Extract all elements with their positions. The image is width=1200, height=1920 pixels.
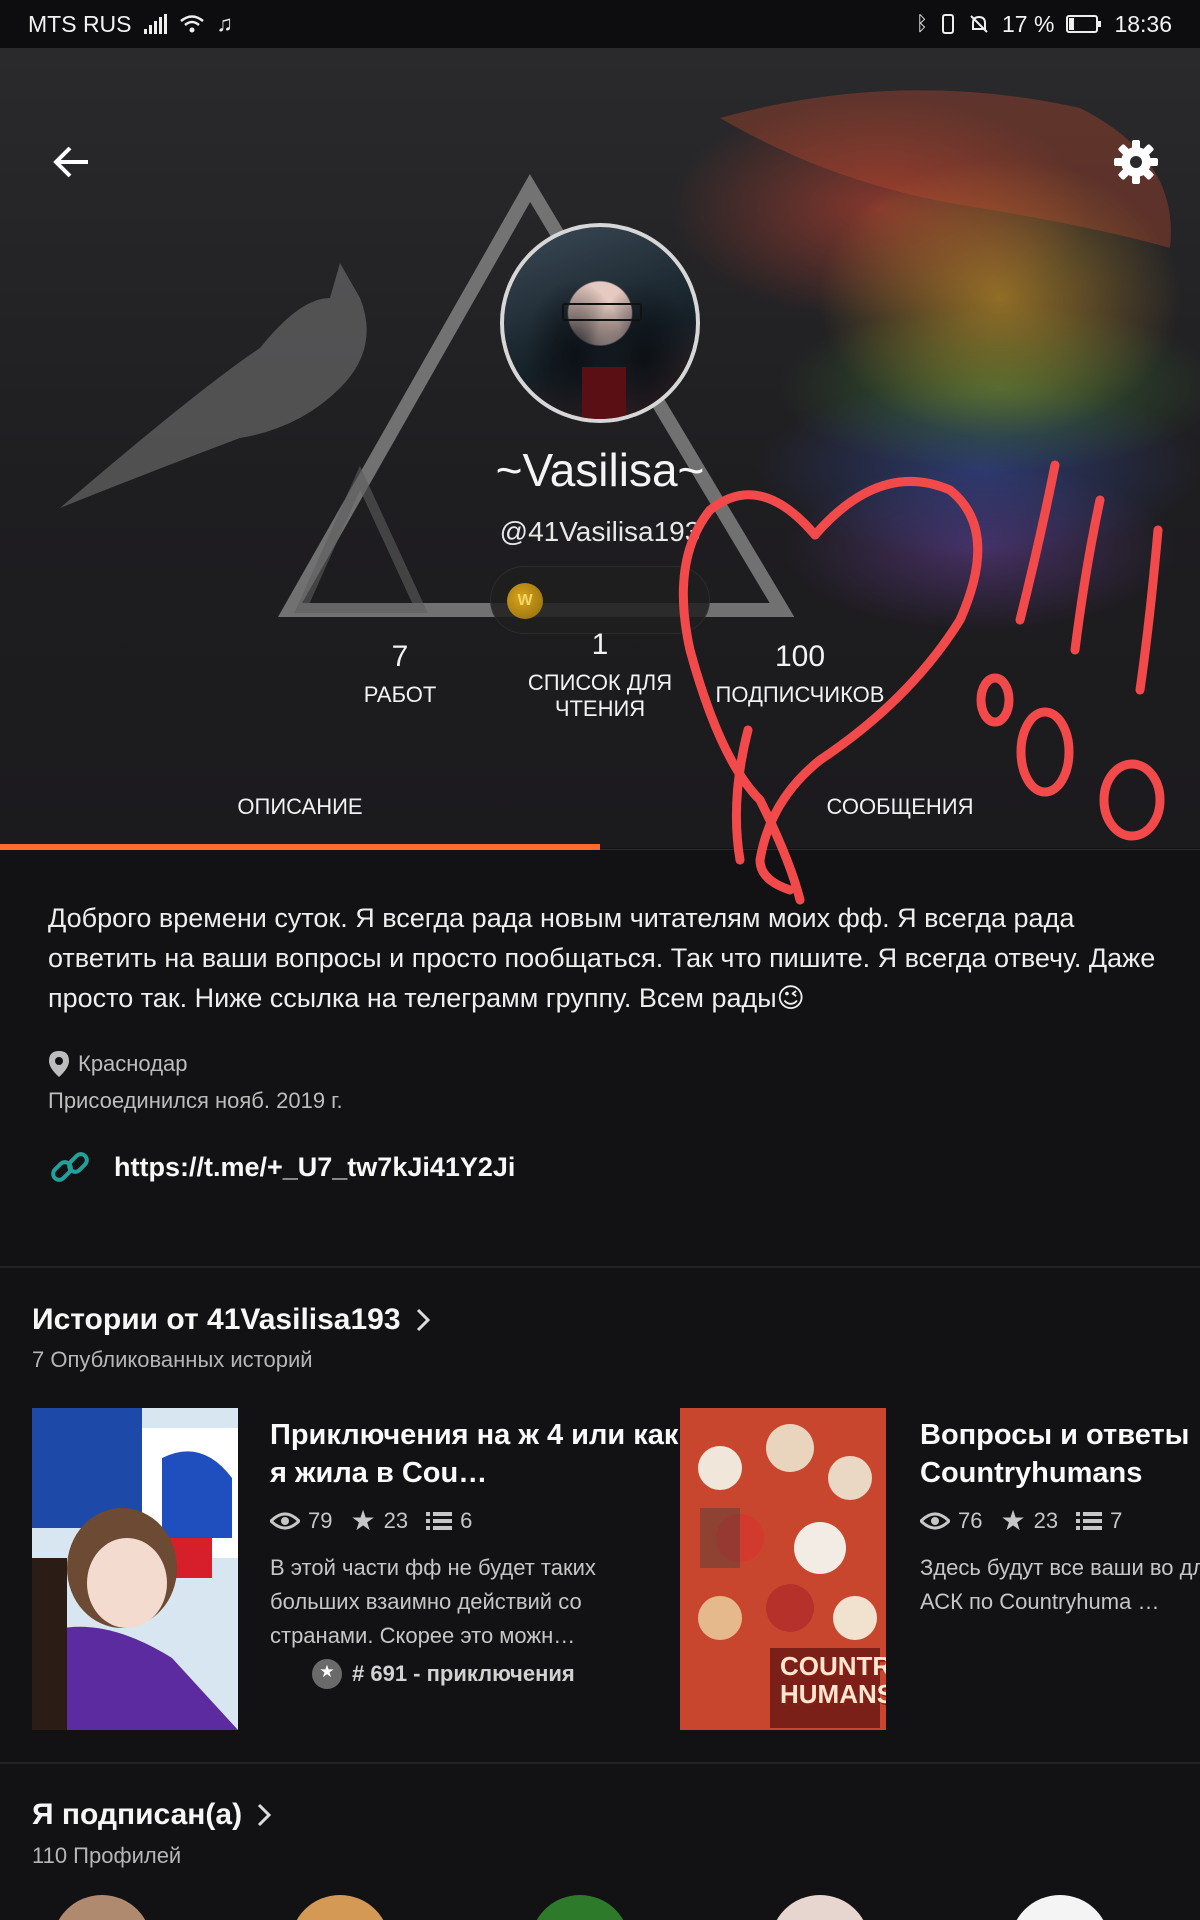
back-button[interactable] (48, 138, 96, 186)
clock: 18:36 (1114, 10, 1172, 37)
story-card[interactable]: COUNTRY HUMANS Вопросы и ответы Countryh… (680, 1408, 1200, 1730)
arrow-left-icon (53, 146, 88, 178)
story-meta: 76 ★ 23 7 (920, 1504, 1200, 1537)
chevron-right-icon (416, 1308, 430, 1332)
mute-icon (970, 15, 988, 33)
star-icon: ★ (1000, 1505, 1026, 1536)
reads-count: 76 (958, 1507, 983, 1533)
story-title[interactable]: Вопросы и ответы Countryhumans (920, 1416, 1200, 1492)
status-bar: MTS RUS ♫ ᛒ 17 % 18:36 (0, 0, 1200, 48)
display-name: ~Vasilisa~ (495, 444, 705, 496)
wifi-icon (179, 15, 204, 33)
story-meta: 79 ★ 23 6 (270, 1504, 690, 1537)
story-cover[interactable] (32, 1408, 238, 1730)
location-text: Краснодар (78, 1051, 188, 1076)
story-rank[interactable]: # 691 - приключения (312, 1659, 690, 1689)
rank-badge-icon (312, 1659, 342, 1689)
eye-icon (920, 1512, 950, 1529)
profile-header: ~Vasilisa~ @41Vasilisa193 W 7 РАБОТ 1 СП… (0, 48, 1200, 848)
location-row: Краснодар (48, 1050, 188, 1078)
avatar[interactable] (500, 223, 700, 423)
link-url[interactable]: https://t.me/+_U7_tw7kJi41Y2Ji (114, 1152, 515, 1183)
avatar[interactable] (770, 1895, 870, 1920)
signal-icon (143, 14, 167, 34)
tab-description[interactable]: ОПИСАНИЕ (0, 764, 600, 850)
battery-percent: 17 % (1002, 10, 1055, 37)
vibrate-icon (942, 14, 954, 34)
list-icon (426, 1511, 453, 1530)
avatar[interactable] (1010, 1895, 1110, 1920)
profile-tabs: ОПИСАНИЕ СООБЩЕНИЯ (0, 764, 1200, 850)
location-pin-icon (49, 1051, 69, 1077)
section-divider (0, 1266, 1200, 1268)
reads-count: 79 (308, 1507, 333, 1533)
parts-count: 7 (1110, 1507, 1123, 1533)
coin-icon: W (507, 583, 543, 619)
following-section-header[interactable]: Я подписан(а) (32, 1798, 272, 1832)
coin-badge[interactable]: W (490, 566, 710, 634)
story-info: Приключения на ж 4 или как я жила в Cou…… (270, 1416, 690, 1689)
gear-icon (1114, 140, 1158, 184)
star-icon: ★ (350, 1505, 376, 1536)
settings-button[interactable] (1110, 136, 1162, 188)
username: @41Vasilisa193 (499, 516, 701, 547)
cover-title: COUNTRY HUMANS (780, 1651, 886, 1709)
story-description: Здесь будут все ваши во для АСК по Count… (920, 1555, 1200, 1614)
story-cover[interactable]: COUNTRY HUMANS (680, 1408, 886, 1730)
stories-section-header[interactable]: Истории от 41Vasilisa193 (32, 1303, 431, 1337)
following-avatars (0, 1895, 1200, 1920)
tab-messages[interactable]: СООБЩЕНИЯ (600, 764, 1200, 849)
avatar[interactable] (52, 1895, 152, 1920)
joined-date: Присоединился нояб. 2019 г. (48, 1088, 343, 1113)
story-card[interactable]: Приключения на ж 4 или как я жила в Cou…… (32, 1408, 678, 1730)
profile-description: Доброго времени суток. Я всегда рада нов… (48, 903, 1156, 1013)
link-icon (51, 1152, 89, 1182)
bluetooth-icon: ᛒ (916, 12, 928, 35)
following-count: 110 Профилей (32, 1843, 182, 1868)
stat-works[interactable]: 7 РАБОТ (320, 640, 480, 708)
story-description: В этой части фф не будет таких больших в… (270, 1555, 596, 1648)
music-icon: ♫ (216, 11, 234, 36)
list-icon (1076, 1511, 1103, 1530)
avatar[interactable] (290, 1895, 390, 1920)
stat-followers[interactable]: 100 ПОДПИСЧИКОВ (700, 640, 900, 708)
stories-count: 7 Опубликованных историй (32, 1347, 313, 1372)
story-info: Вопросы и ответы Countryhumans 76 ★ 23 7 … (920, 1416, 1200, 1619)
external-link[interactable]: https://t.me/+_U7_tw7kJi41Y2Ji (48, 1145, 515, 1189)
carrier-label: MTS RUS (28, 10, 132, 37)
chevron-right-icon (258, 1803, 272, 1827)
battery-icon (1066, 15, 1102, 33)
stat-reading-list[interactable]: 1 СПИСОК ДЛЯ ЧТЕНИЯ (510, 628, 690, 722)
section-divider (0, 1762, 1200, 1764)
parts-count: 6 (460, 1507, 473, 1533)
story-title[interactable]: Приключения на ж 4 или как я жила в Cou… (270, 1416, 690, 1492)
eye-icon (270, 1512, 300, 1529)
votes-count: 23 (383, 1507, 409, 1533)
avatar[interactable] (530, 1895, 630, 1920)
votes-count: 23 (1033, 1507, 1059, 1533)
